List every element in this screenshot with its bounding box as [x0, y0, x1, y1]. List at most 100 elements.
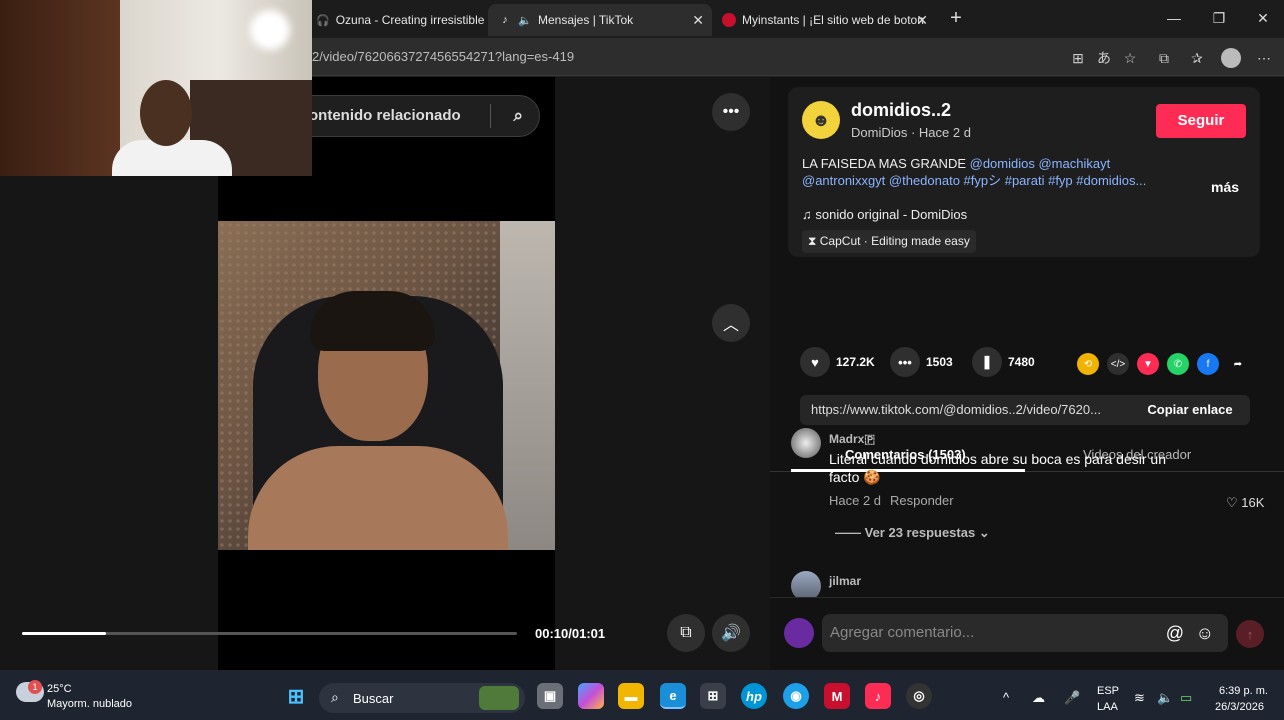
- capcut-anchor[interactable]: ⧗ CapCut · Editing made easy: [802, 230, 976, 253]
- creator-username[interactable]: domidios..2: [851, 100, 951, 121]
- search-highlight-icon: [479, 686, 519, 710]
- more-options-icon[interactable]: •••: [712, 93, 750, 131]
- commenter-name[interactable]: jilmar: [829, 574, 861, 588]
- tab-tiktok-messages[interactable]: ♪ 🔈 Mensajes | TikTok ✕: [488, 4, 712, 36]
- webcam-door: [0, 0, 120, 176]
- volume-tray-icon[interactable]: 🔈: [1157, 690, 1173, 706]
- copy-link-button[interactable]: Copiar enlace: [1130, 395, 1250, 425]
- obs-icon[interactable]: ◎: [906, 683, 932, 709]
- music-title: sonido original - DomiDios: [815, 207, 968, 222]
- minimize-icon[interactable]: —: [1164, 8, 1184, 28]
- my-avatar: [784, 618, 814, 648]
- whatsapp-icon[interactable]: ✆: [1167, 353, 1189, 375]
- person-body: [248, 446, 508, 550]
- clock-time[interactable]: 6:39 p. m.: [1219, 685, 1268, 697]
- replies-dash: ——: [835, 525, 865, 540]
- tab-ozuna[interactable]: 🎧 Ozuna - Creating irresistible: [306, 4, 488, 36]
- close-window-icon[interactable]: ✕: [1253, 8, 1273, 28]
- search-icon[interactable]: ⌕: [513, 96, 523, 136]
- volume-icon[interactable]: 🔊: [712, 614, 750, 652]
- profile-avatar[interactable]: [1221, 48, 1241, 68]
- commenter-name[interactable]: Madrx🇵: [829, 432, 875, 447]
- music-link[interactable]: ♫ sonido original - DomiDios: [802, 207, 967, 222]
- url-field[interactable]: 2/video/7620663727456554271?lang=es-419: [300, 43, 1160, 71]
- send-to-friend-icon[interactable]: ▼: [1137, 353, 1159, 375]
- floating-player-icon[interactable]: ⧉: [667, 614, 705, 652]
- tiktok-app-icon[interactable]: ♪: [865, 683, 891, 709]
- close-tab-icon[interactable]: ✕: [916, 12, 928, 29]
- speaker-icon[interactable]: 🔈: [518, 13, 532, 27]
- commenter-avatar[interactable]: [791, 428, 821, 458]
- heart-outline-icon: ♡: [1226, 495, 1242, 510]
- desc-hashtags[interactable]: @antronixxgyt @thedonato #fypシ #parati #…: [802, 173, 1146, 188]
- emoji-icon[interactable]: ☺: [1196, 614, 1214, 652]
- chevron-up-icon[interactable]: ︿: [712, 304, 750, 342]
- microphone-icon[interactable]: 🎤: [1064, 690, 1080, 706]
- save-button[interactable]: ❚ 7480: [972, 347, 1035, 377]
- new-tab-icon[interactable]: +: [946, 7, 966, 29]
- webcam-person-head: [140, 80, 192, 146]
- related-search-input[interactable]: ontenido relacionado ⌕: [290, 95, 540, 137]
- windows-start-icon[interactable]: ⊞: [283, 683, 309, 709]
- follow-button[interactable]: Seguir: [1156, 104, 1246, 138]
- maximize-icon[interactable]: ❐: [1209, 8, 1229, 28]
- video-progress-fill: [22, 632, 107, 635]
- copy-link-box: https://www.tiktok.com/@domidios..2/vide…: [800, 395, 1250, 425]
- weather-badge: 1: [28, 680, 42, 694]
- edge-icon[interactable]: e: [660, 683, 686, 709]
- view-replies-button[interactable]: —— Ver 23 respuestas ⌄: [835, 525, 990, 541]
- add-comment-input[interactable]: Agregar comentario... @ ☺: [822, 614, 1228, 652]
- hp-icon[interactable]: hp: [741, 683, 767, 709]
- favorite-star-icon[interactable]: ☆: [1120, 48, 1140, 68]
- myinstants-icon: [722, 13, 736, 27]
- weather-temp[interactable]: 25°C: [47, 683, 72, 695]
- post-link[interactable]: https://www.tiktok.com/@domidios..2/vide…: [811, 402, 1101, 417]
- comment-text: Literal cuando domidios abre su boca es …: [829, 451, 1166, 467]
- comment-time: Hace 2 d: [829, 493, 882, 508]
- more-menu-icon[interactable]: ⋯: [1254, 48, 1274, 68]
- shoe-shelf: [500, 221, 555, 550]
- desc-hashtags[interactable]: @domidios @machikayt: [970, 156, 1111, 171]
- facebook-icon[interactable]: f: [1197, 353, 1219, 375]
- send-comment-button[interactable]: ↑: [1236, 620, 1264, 648]
- like-button[interactable]: ♥ 127.2K: [800, 347, 875, 377]
- store-icon[interactable]: ⊞: [700, 683, 726, 709]
- embed-icon[interactable]: </>: [1107, 353, 1129, 375]
- task-view-icon[interactable]: ▣: [537, 683, 563, 709]
- battery-icon[interactable]: ▭: [1180, 690, 1192, 706]
- capcut-label: CapCut · Editing made easy: [819, 234, 970, 248]
- lang-line-1[interactable]: ESP: [1097, 685, 1119, 697]
- close-tab-icon[interactable]: ✕: [692, 12, 704, 29]
- tab-myinstants[interactable]: Myinstants | ¡El sitio web de boton ✕: [712, 4, 936, 36]
- chevron-up-icon[interactable]: ^: [1003, 690, 1009, 705]
- heart-icon: ♥: [800, 347, 830, 377]
- search-placeholder: ontenido relacionado: [309, 107, 461, 124]
- more-link[interactable]: más: [1211, 179, 1239, 195]
- tiktok-icon: ♪: [502, 14, 508, 26]
- favorites-icon[interactable]: ✰: [1187, 48, 1207, 68]
- video-progress-bar[interactable]: [22, 632, 517, 635]
- copilot-icon[interactable]: [578, 683, 604, 709]
- post-info-card: ☻ domidios..2 DomiDios · Hace 2 d Seguir…: [788, 87, 1260, 257]
- mention-icon[interactable]: @: [1166, 614, 1184, 652]
- repost-icon[interactable]: ⟲: [1077, 353, 1099, 375]
- extensions-icon[interactable]: ⧉: [1154, 48, 1174, 68]
- lang-line-2[interactable]: LAA: [1097, 701, 1118, 713]
- translate-icon[interactable]: あ: [1094, 48, 1114, 68]
- cloud-icon[interactable]: ☁: [1032, 690, 1045, 706]
- comment-button[interactable]: ••• 1503: [890, 347, 953, 377]
- apps-icon[interactable]: ⊞: [1068, 48, 1088, 68]
- search-label: Buscar: [353, 691, 394, 706]
- wifi-icon[interactable]: ≋: [1134, 690, 1145, 706]
- clock-date[interactable]: 26/3/2026: [1215, 701, 1264, 713]
- weather-desc: Mayorm. nublado: [47, 698, 132, 710]
- mcafee-icon[interactable]: M: [824, 683, 850, 709]
- taskbar-search[interactable]: ⌕ Buscar: [319, 683, 525, 713]
- chrome-icon[interactable]: ◉: [783, 683, 809, 709]
- share-arrow-icon[interactable]: ➦: [1227, 353, 1249, 375]
- reply-button[interactable]: Responder: [890, 493, 954, 508]
- file-explorer-icon[interactable]: ▬: [618, 683, 644, 709]
- creator-avatar[interactable]: ☻: [802, 101, 840, 139]
- video-content[interactable]: [218, 221, 555, 550]
- comment-like-button[interactable]: ♡ 16K: [1226, 495, 1264, 511]
